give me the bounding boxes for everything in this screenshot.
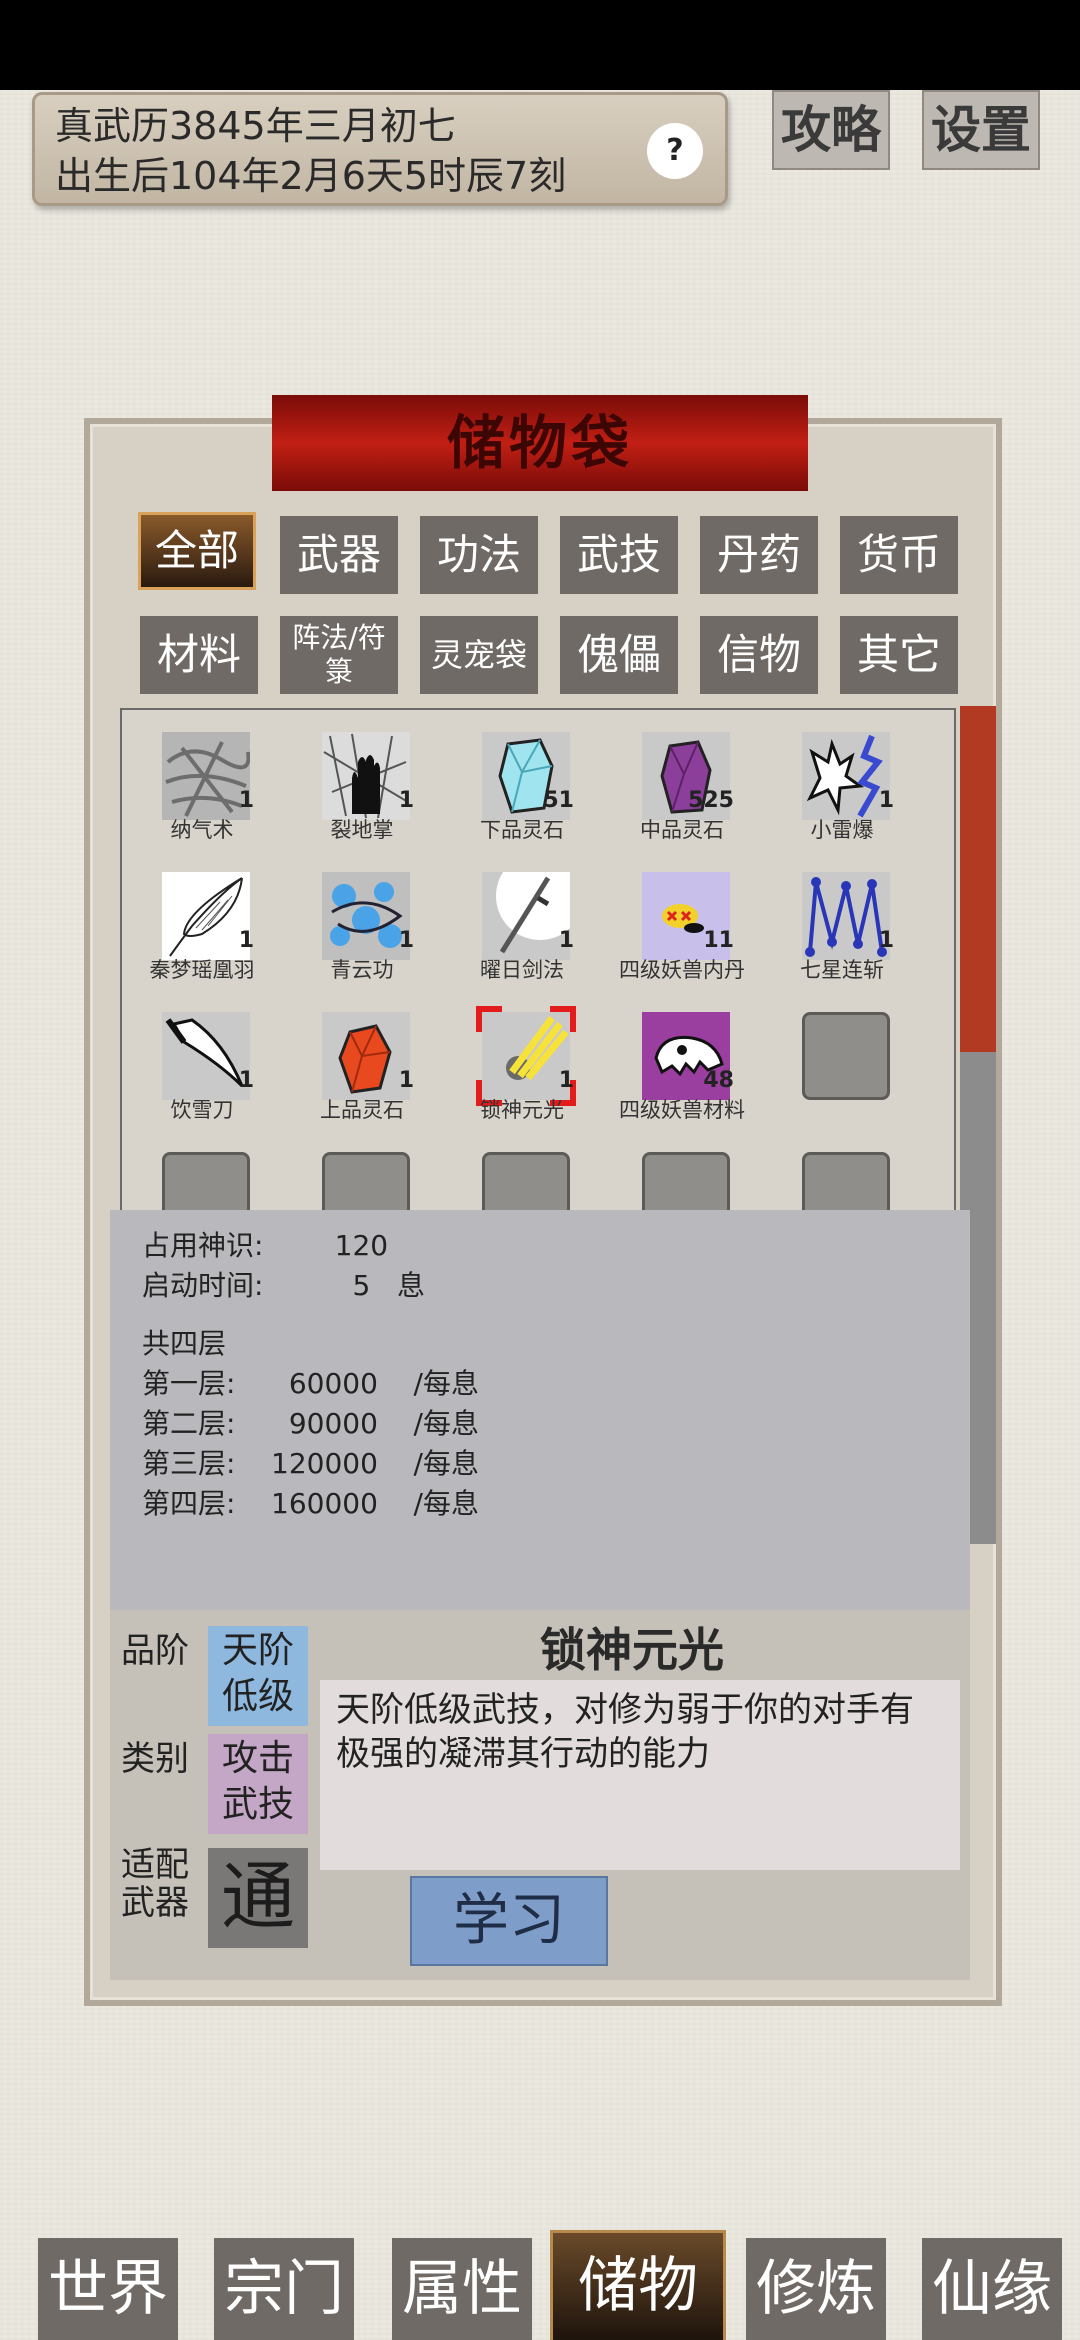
activation-time-row: 启动时间: 5 息 (142, 1269, 425, 1302)
date-panel: 真武历3845年三月初七 出生后104年2月6天5时辰7刻 ? (32, 92, 728, 206)
weapon-label: 适配武器 (121, 1845, 189, 1923)
calendar-date: 真武历3845年三月初七 (55, 104, 456, 148)
tab-currency[interactable]: 货币 (840, 516, 958, 594)
tab-spirit-pet-bag[interactable]: 灵宠袋 (420, 616, 538, 694)
tab-techniques[interactable]: 功法 (420, 516, 538, 594)
layer-4-row: 第四层: 160000 /每息 (142, 1487, 479, 1520)
layer-2-row: 第二层: 90000 /每息 (142, 1407, 479, 1440)
empty-item-slot[interactable] (802, 1012, 890, 1100)
scrollbar-thumb[interactable] (960, 706, 996, 1052)
empty-item-slot[interactable] (802, 1152, 890, 1210)
item-slot[interactable]: 11 四级妖兽内丹 (602, 850, 762, 982)
empty-item-slot[interactable] (162, 1152, 250, 1210)
golden-light-icon (482, 1012, 570, 1100)
type-label: 类别 (121, 1739, 189, 1779)
item-slot[interactable]: 1 小雷爆 (762, 710, 922, 842)
item-slot[interactable]: 1 裂地掌 (282, 710, 442, 842)
empty-item-slot[interactable] (482, 1152, 570, 1210)
nav-cultivation[interactable]: 修炼 (746, 2238, 886, 2340)
tab-tokens[interactable]: 信物 (700, 616, 818, 694)
guide-button[interactable]: 攻略 (772, 90, 890, 170)
red-crystal-icon (322, 1012, 410, 1100)
item-grid: 1 纳气术 1 裂地掌 51 下品灵石 525 中品灵石 1 小雷爆 1 秦梦瑶… (120, 708, 956, 1210)
status-bar (0, 0, 1080, 90)
tab-weapons[interactable]: 武器 (280, 516, 398, 594)
item-slot[interactable]: 1 曜日剑法 (442, 850, 602, 982)
grade-label: 品阶 (121, 1631, 189, 1671)
item-slot[interactable]: 1 纳气术 (122, 710, 282, 842)
tab-materials[interactable]: 材料 (140, 616, 258, 694)
empty-item-slot[interactable] (322, 1152, 410, 1210)
settings-button[interactable]: 设置 (922, 90, 1040, 170)
palm-icon (322, 732, 410, 820)
item-info-panel: 品阶 天阶低级 类别 攻击武技 适配武器 通 锁神元光 天阶低级武技，对修为弱于… (110, 1610, 970, 1980)
sun-sword-icon (482, 872, 570, 960)
tab-pills[interactable]: 丹药 (700, 516, 818, 594)
nav-sect[interactable]: 宗门 (214, 2238, 354, 2340)
type-badge: 攻击武技 (208, 1734, 308, 1834)
item-description: 天阶低级武技，对修为弱于你的对手有极强的凝滞其行动的能力 (320, 1680, 960, 1870)
empty-item-slot[interactable] (642, 1152, 730, 1210)
tab-formations-talismans[interactable]: 阵法/符箓 (280, 616, 398, 694)
grade-badge: 天阶低级 (208, 1626, 308, 1726)
thunder-icon (802, 732, 890, 820)
storage-bag-title: 储物袋 (272, 395, 808, 491)
learn-button[interactable]: 学习 (410, 1876, 608, 1966)
seven-stars-icon (802, 872, 890, 960)
layer-1-row: 第一层: 60000 /每息 (142, 1367, 479, 1400)
tab-puppets[interactable]: 傀儡 (560, 616, 678, 694)
nav-world[interactable]: 世界 (38, 2238, 178, 2340)
nav-storage[interactable]: 储物 (550, 2230, 726, 2340)
weapon-badge: 通 (208, 1848, 308, 1948)
scroll-gray-icon (162, 732, 250, 820)
item-slot[interactable]: 1 饮雪刀 (122, 990, 282, 1122)
spirit-cost-row: 占用神识: 120 (142, 1229, 389, 1262)
item-slot[interactable]: 51 下品灵石 (442, 710, 602, 842)
item-slot[interactable]: 1 秦梦瑶凰羽 (122, 850, 282, 982)
tab-martial-skills[interactable]: 武技 (560, 516, 678, 594)
saber-icon (162, 1012, 250, 1100)
feather-icon (162, 872, 250, 960)
blue-cloud-icon (322, 872, 410, 960)
item-slot[interactable]: 1 上品灵石 (282, 990, 442, 1122)
item-stats-panel: 占用神识: 120 启动时间: 5 息 共四层 第一层: 60000 /每息 第… (110, 1210, 970, 1610)
tab-all[interactable]: 全部 (138, 512, 256, 590)
nav-immortal-fate[interactable]: 仙缘 (922, 2238, 1062, 2340)
help-button[interactable]: ? (647, 123, 703, 179)
tab-others[interactable]: 其它 (840, 616, 958, 694)
layer-count-row: 共四层 (142, 1327, 227, 1360)
item-slot[interactable]: 525 中品灵石 (602, 710, 762, 842)
layer-3-row: 第三层: 120000 /每息 (142, 1447, 479, 1480)
item-slot-selected[interactable]: 1 锁神元光 (442, 990, 602, 1122)
item-slot[interactable]: 1 青云功 (282, 850, 442, 982)
age-since-birth: 出生后104年2月6天5时辰7刻 (55, 154, 567, 198)
nav-attributes[interactable]: 属性 (392, 2238, 532, 2340)
item-slot[interactable]: 48 四级妖兽材料 (602, 990, 762, 1122)
item-slot[interactable]: 1 七星连斩 (762, 850, 922, 982)
item-name-title: 锁神元光 (540, 1623, 724, 1677)
